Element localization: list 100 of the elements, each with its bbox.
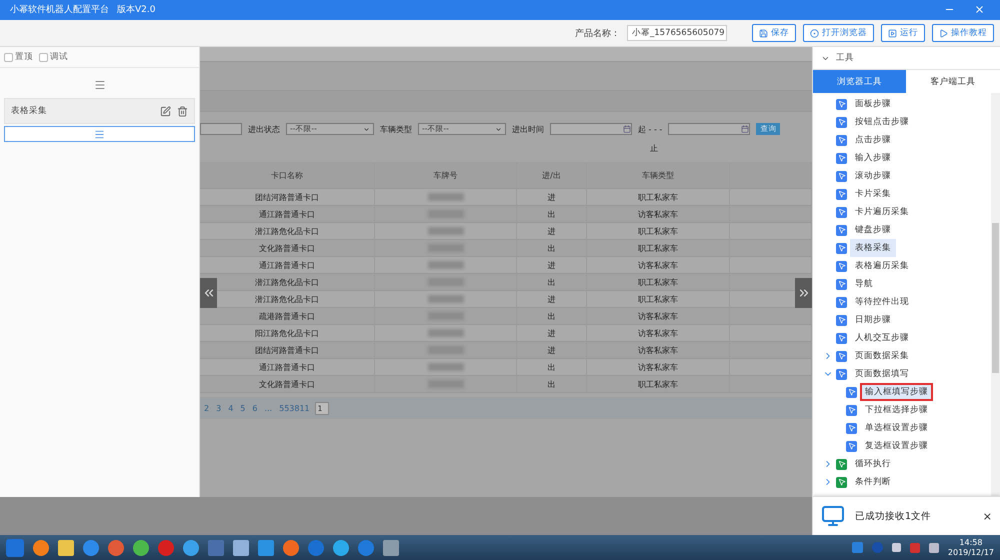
table-cell: 文化路普通卡口 <box>200 240 375 256</box>
tool-item[interactable]: 日期步骤 <box>850 311 896 330</box>
tool-item[interactable]: 键盘步骤 <box>850 221 896 240</box>
product-label: 产品名称： <box>575 28 620 40</box>
redacted-plate <box>428 261 464 270</box>
calendar-icon[interactable] <box>741 125 750 134</box>
edit-icon[interactable] <box>160 106 171 117</box>
drag-handle-icon[interactable] <box>94 128 105 140</box>
calendar-icon[interactable] <box>623 125 631 134</box>
table-cell: 进 <box>517 325 587 342</box>
tool-item[interactable]: 导航 <box>850 275 878 294</box>
table-cell: 进 <box>517 342 587 358</box>
app-icon[interactable] <box>358 540 374 556</box>
date-field[interactable] <box>550 123 632 136</box>
tray-icon[interactable] <box>892 543 901 552</box>
tool-item[interactable]: 输入框填写步骤 <box>860 383 933 402</box>
tool-item[interactable]: 下拉框选择步骤 <box>860 401 933 420</box>
table-cell: 出 <box>517 240 587 256</box>
redacted-plate <box>428 227 464 236</box>
app-icon[interactable] <box>333 540 349 556</box>
monitor-icon <box>821 504 845 528</box>
table-cell: 职工私家车 <box>587 240 730 256</box>
caret-icon <box>363 126 370 133</box>
toolbar-button[interactable]: 打开浏览器 <box>803 24 874 42</box>
tool-item[interactable]: 面板步骤 <box>850 95 896 114</box>
toolbar-button[interactable]: 运行 <box>881 24 925 42</box>
table-cell: 通江路普通卡口 <box>200 206 375 222</box>
chevrons-left-icon[interactable] <box>200 278 217 308</box>
tool-item[interactable]: 页面数据采集 <box>850 347 914 366</box>
tool-item[interactable]: 点击步骤 <box>850 131 896 150</box>
table-cell: 访客私家车 <box>587 206 730 222</box>
checkbox-icon[interactable] <box>4 52 13 62</box>
network-icon[interactable] <box>928 542 939 553</box>
tab[interactable]: 浏览器工具 <box>813 70 906 94</box>
text-field[interactable] <box>200 123 242 136</box>
table-cell: 职工私家车 <box>587 189 730 206</box>
app-icon[interactable] <box>183 540 199 556</box>
table-cell: 团结河路普通卡口 <box>200 342 375 358</box>
table-cell: 出 <box>517 274 587 290</box>
save-icon <box>759 28 768 38</box>
app-icon[interactable] <box>33 540 49 556</box>
table-cell: 访客私家车 <box>587 308 730 324</box>
checkbox[interactable]: 调试 <box>39 51 68 64</box>
table-cell: 进 <box>517 189 587 206</box>
toolbar-button[interactable]: 操作教程 <box>932 24 994 42</box>
drop-zone[interactable] <box>4 126 195 142</box>
table-cell: 职工私家车 <box>587 223 730 240</box>
app-icon[interactable] <box>133 540 149 556</box>
tool-item[interactable]: 页面数据填写 <box>850 365 914 384</box>
table-cell: 进 <box>517 223 587 240</box>
app-icon[interactable] <box>308 540 324 556</box>
tool-item[interactable]: 人机交互步骤 <box>850 329 914 348</box>
range-label: 止 <box>650 142 658 154</box>
tool-item[interactable]: 循环执行 <box>850 455 896 474</box>
product-name-field[interactable]: 小幂_1576565605079 <box>627 25 727 42</box>
tool-item[interactable]: 表格遍历采集 <box>850 257 914 276</box>
app-icon[interactable] <box>58 540 74 556</box>
tool-item[interactable]: 复选框设置步骤 <box>860 437 933 456</box>
table-cell: 职工私家车 <box>587 376 730 392</box>
column-header: 车辆类型 <box>587 162 730 188</box>
column-header: 卡口名称 <box>200 162 375 188</box>
app-icon[interactable] <box>383 540 399 556</box>
app-icon[interactable] <box>158 540 174 556</box>
table-cell: 潜江路危化品卡口 <box>200 223 375 240</box>
table-cell: 团结河路普通卡口 <box>200 189 375 206</box>
tool-item[interactable]: 卡片采集 <box>850 185 896 204</box>
redacted-plate <box>428 329 464 338</box>
table-cell: 访客私家车 <box>587 325 730 342</box>
toolbar-button[interactable]: 保存 <box>752 24 796 42</box>
trash-icon[interactable] <box>177 106 188 117</box>
table-cell: 出 <box>517 376 587 392</box>
tool-item[interactable]: 等待控件出现 <box>850 293 914 312</box>
tool-item[interactable]: 按钮点击步骤 <box>850 113 914 132</box>
step-label: 表格采集 <box>11 105 48 118</box>
clock[interactable]: 14:58 2019/12/17 <box>948 538 994 558</box>
play-icon <box>888 28 897 38</box>
tool-item[interactable]: 单选框设置步骤 <box>860 419 933 438</box>
circle-icon <box>810 28 819 38</box>
app-icon[interactable] <box>83 540 99 556</box>
column-header: 车牌号 <box>375 162 517 188</box>
tool-item[interactable]: 条件判断 <box>850 473 896 492</box>
tool-item[interactable]: 输入步骤 <box>850 149 896 168</box>
tool-item[interactable]: 滚动步骤 <box>850 167 896 186</box>
chevrons-right-icon[interactable] <box>795 278 812 308</box>
date-field[interactable] <box>668 123 750 136</box>
app-icon[interactable] <box>283 540 299 556</box>
tool-item[interactable]: 表格采集 <box>850 239 896 258</box>
table-cell: 阳江路危化品卡口 <box>200 325 375 342</box>
step-card[interactable]: 表格采集 <box>4 98 195 124</box>
tool-item[interactable]: 卡片遍历采集 <box>850 203 914 222</box>
app-icon[interactable] <box>233 540 249 556</box>
app-icon[interactable] <box>108 540 124 556</box>
table-cell: 通江路普通卡口 <box>200 359 375 376</box>
app-icon[interactable] <box>258 540 274 556</box>
checkbox-icon[interactable] <box>39 52 48 62</box>
filter-label: 进出状态 <box>248 124 280 135</box>
version-label: 版本V2.0 <box>117 4 156 16</box>
column-header: 进/出 <box>517 162 587 188</box>
checkbox[interactable]: 置顶 <box>4 51 33 64</box>
close-button[interactable]: × <box>982 510 992 523</box>
